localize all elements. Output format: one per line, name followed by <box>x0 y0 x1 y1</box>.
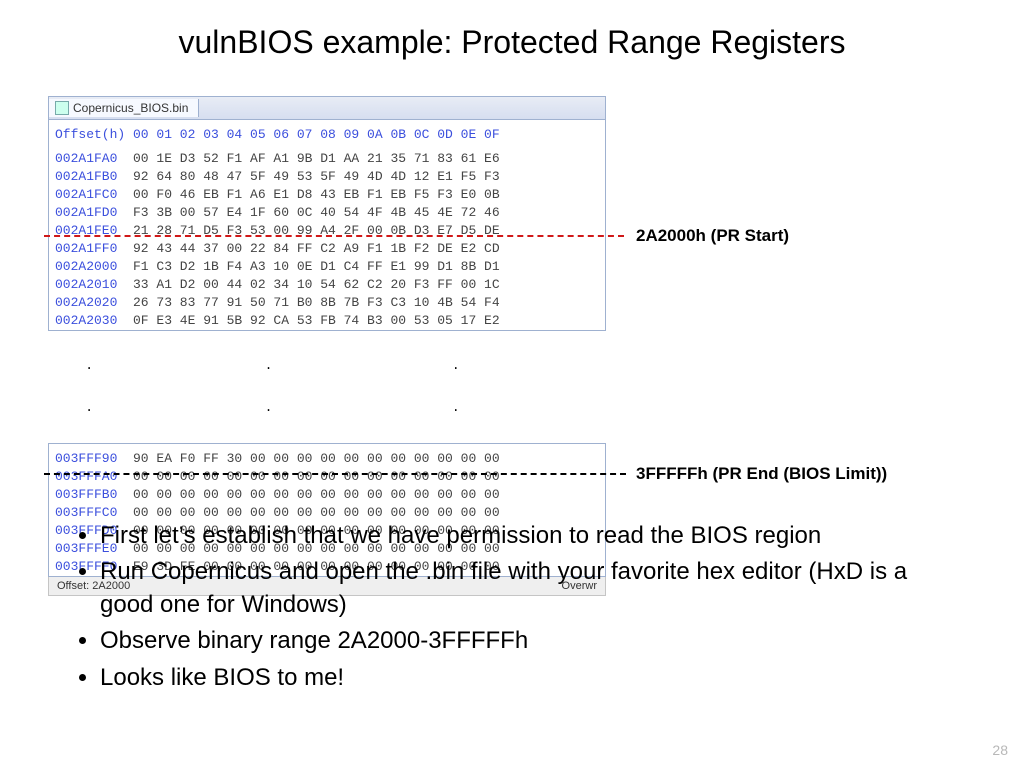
list-item: Looks like BIOS to me! <box>100 662 952 694</box>
editor-tabbar: Copernicus_BIOS.bin <box>48 96 606 120</box>
hex-row: 003FFFA000 00 00 00 00 00 00 00 00 00 00… <box>55 468 603 486</box>
slide-title: vulnBIOS example: Protected Range Regist… <box>0 0 1024 71</box>
hex-row: 002A1FC000 F0 46 EB F1 A6 E1 D8 43 EB F1… <box>55 186 603 204</box>
bullet-list: First let’s establish that we have permi… <box>72 520 952 698</box>
col-header: 00 01 02 03 04 05 06 07 08 09 0A 0B 0C 0… <box>133 127 500 142</box>
hex-row: 002A202026 73 83 77 91 50 71 B0 8B 7B F3… <box>55 294 603 312</box>
hex-row: 003FFF9090 EA F0 FF 30 00 00 00 00 00 00… <box>55 450 603 468</box>
hex-row: 002A2000F1 C3 D2 1B F4 A3 10 0E D1 C4 FF… <box>55 258 603 276</box>
list-item: Run Copernicus and open the .bin file wi… <box>100 556 952 621</box>
file-icon <box>55 101 69 115</box>
hex-row: 002A1FA000 1E D3 52 F1 AF A1 9B D1 AA 21… <box>55 150 603 168</box>
pr-start-line <box>44 235 624 237</box>
hex-row: 002A1FD0F3 3B 00 57 E4 1F 60 0C 40 54 4F… <box>55 204 603 222</box>
file-tab[interactable]: Copernicus_BIOS.bin <box>49 99 199 117</box>
tab-filename: Copernicus_BIOS.bin <box>73 101 188 115</box>
hex-row: 003FFFB000 00 00 00 00 00 00 00 00 00 00… <box>55 486 603 504</box>
list-item: First let’s establish that we have permi… <box>100 520 952 552</box>
page-number: 28 <box>992 742 1008 758</box>
hex-row: 002A201033 A1 D2 00 44 02 34 10 54 62 C2… <box>55 276 603 294</box>
ellipsis: . . . . . . <box>54 331 606 443</box>
offset-header: Offset(h) <box>55 126 133 144</box>
hex-row: 002A20300F E3 4E 91 5B 92 CA 53 FB 74 B3… <box>55 312 603 330</box>
list-item: Observe binary range 2A2000-3FFFFFh <box>100 625 952 657</box>
hex-row: 002A1FF092 43 44 37 00 22 84 FF C2 A9 F1… <box>55 240 603 258</box>
pr-start-label: 2A2000h (PR Start) <box>636 226 789 246</box>
pr-end-label: 3FFFFFh (PR End (BIOS Limit)) <box>636 464 887 484</box>
pr-end-line <box>44 473 626 475</box>
hex-top-block: Offset(h)00 01 02 03 04 05 06 07 08 09 0… <box>48 120 606 331</box>
hex-row: 002A1FB092 64 80 48 47 5F 49 53 5F 49 4D… <box>55 168 603 186</box>
hex-row: 002A1FE021 28 71 D5 F3 53 00 99 A4 2F 00… <box>55 222 603 240</box>
